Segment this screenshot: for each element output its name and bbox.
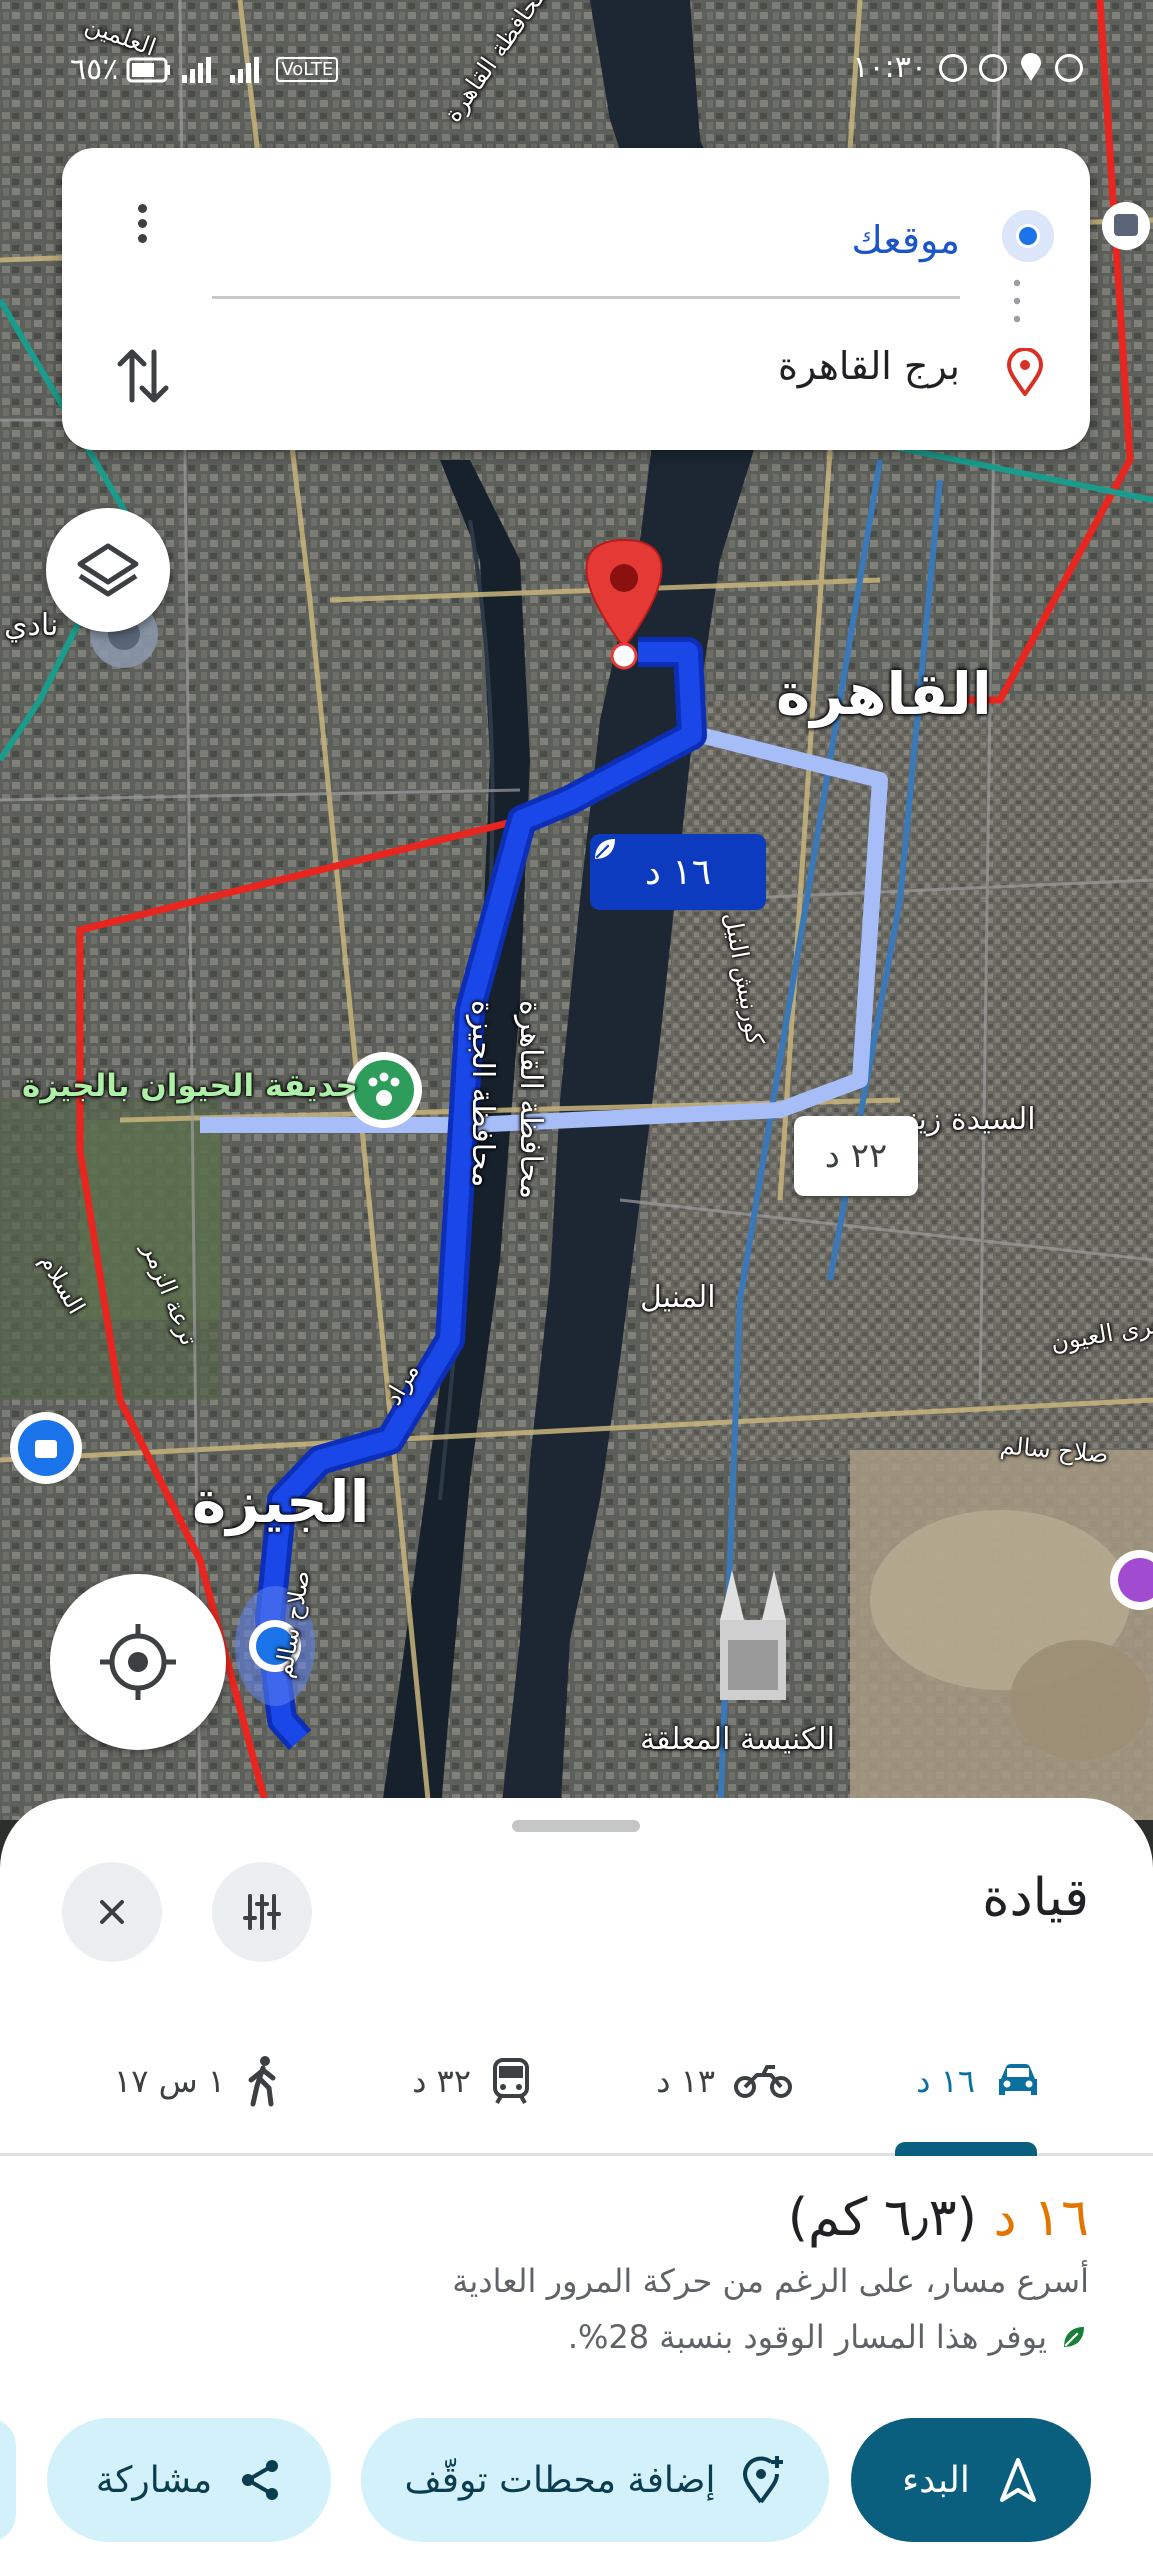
fuel-savings-row: يوفر هذا المسار الوقود بنسبة 28%.: [59, 2318, 1089, 2356]
navigation-arrow-icon: [999, 2458, 1036, 2502]
travel-mode-tabs: ١٦ د ١٣ د ٣٢ د ١ س ١٧: [0, 2026, 1153, 2156]
layers-button[interactable]: [46, 508, 170, 632]
share-label: مشاركة: [95, 2459, 213, 2501]
tab-driving-label: ١٦ د: [916, 2062, 975, 2100]
battery-percent: ٦٥٪: [70, 52, 119, 87]
map-label-zoo[interactable]: حديقة الحيوان بالجيزة: [22, 1068, 358, 1104]
start-label: البدء: [902, 2459, 970, 2501]
tab-transit[interactable]: ٣٢ د: [412, 2026, 533, 2136]
tab-walking-label: ١ س ١٧: [114, 2062, 225, 2100]
signal-4g-icon: [230, 56, 260, 83]
volte-badge: VoLTE: [276, 57, 339, 82]
add-location-icon: [743, 2456, 784, 2504]
route-dots-icon: [1014, 274, 1020, 330]
route-summary-headline: ١٦ د (٦٫٣ كم): [59, 2188, 1089, 2248]
tab-motorcycle-label: ١٣ د: [656, 2062, 715, 2100]
map-label-giza-gov: محافظة الجيزة: [465, 1000, 500, 1188]
route-alt-badge[interactable]: ٢٢ د: [794, 1116, 918, 1196]
my-location-button[interactable]: [50, 1574, 226, 1750]
eco-leaf-icon: [1064, 2327, 1084, 2347]
map-label-giza: الجيزة: [192, 1468, 370, 1536]
destination-field[interactable]: برج القاهرة: [778, 344, 960, 388]
alarm-icon: [979, 53, 1007, 82]
swap-button[interactable]: [108, 336, 178, 416]
sheet-drag-handle[interactable]: [512, 1820, 640, 1832]
battery-icon: [126, 57, 171, 82]
walking-icon: [248, 2056, 276, 2107]
layers-icon: [77, 543, 139, 597]
crosshair-icon: [100, 1624, 176, 1700]
tab-motorcycle[interactable]: ١٣ د: [656, 2026, 793, 2136]
swap-icon: [117, 349, 169, 403]
map-label-hanging-church[interactable]: الكنيسة المعلقة: [640, 1722, 835, 1757]
start-button[interactable]: البدء: [851, 2418, 1091, 2542]
action-buttons: البدء إضافة محطات توقّف مشاركة: [0, 2418, 1153, 2548]
close-button[interactable]: [62, 1862, 162, 1962]
origin-dot-icon: [1002, 210, 1054, 262]
more-options-button[interactable]: [122, 198, 162, 268]
status-bar: ٦٥٪ VoLTE ١٠:٣٠: [0, 44, 1153, 94]
status-left: ٦٥٪ VoLTE: [70, 52, 339, 87]
route-alt-time: ٢٢ د: [824, 1136, 888, 1176]
route-description: أسرع مسار، على الرغم من حركة المرور العا…: [452, 2262, 1089, 2300]
directions-sheet: قيادة ١٦ د ١٣ د ٣٢ د ١ س ١٧ ١٦ د (٦٫٣ كم…: [0, 1798, 1153, 2560]
fuel-savings-text: يوفر هذا المسار الوقود بنسبة 28%.: [567, 2318, 1047, 2356]
more-actions-edge[interactable]: [0, 2418, 16, 2542]
close-icon: [100, 1900, 124, 1924]
destination-pin-icon: [1006, 348, 1044, 396]
route-primary-badge[interactable]: ١٦ د: [590, 834, 766, 910]
eco-leaf-icon: [595, 839, 615, 859]
tab-transit-label: ٣٢ د: [412, 2062, 471, 2100]
status-time: ١٠:٣٠: [852, 50, 927, 85]
tab-driving[interactable]: ١٦ د: [916, 2026, 1043, 2136]
location-status-icon: [1021, 52, 1041, 81]
add-stops-button[interactable]: إضافة محطات توقّف: [361, 2418, 829, 2542]
share-button[interactable]: مشاركة: [47, 2418, 331, 2542]
share-icon: [242, 2460, 279, 2500]
car-icon: [999, 2064, 1037, 2095]
motorcycle-icon: [734, 2065, 792, 2098]
route-duration: ١٦ د: [993, 2188, 1089, 2248]
tune-icon: [243, 1894, 281, 1930]
origin-text: موقعك: [851, 218, 960, 262]
status-right: ١٠:٣٠: [852, 50, 1083, 85]
route-summary[interactable]: ١٦ د (٦٫٣ كم) أسرع مسار، على الرغم من حر…: [59, 2188, 1089, 2356]
route-options-button[interactable]: [212, 1862, 312, 1962]
add-stops-label: إضافة محطات توقّف: [404, 2459, 716, 2501]
map-label-cairo: القاهرة: [776, 660, 992, 728]
map-label-manial: المنيل: [640, 1280, 716, 1315]
origin-field[interactable]: موقعك: [190, 188, 1090, 288]
sheet-title: قيادة: [982, 1868, 1089, 1928]
train-icon: [493, 2058, 529, 2104]
map-label-cairo-gov: محافظة القاهرة: [513, 1000, 548, 1200]
directions-card: موقعك برج القاهرة: [62, 148, 1090, 450]
more-dot-icon: [137, 204, 147, 213]
route-distance: (٦٫٣ كم): [787, 2188, 977, 2248]
eye-icon: [939, 53, 967, 82]
whatsapp-icon: [1055, 53, 1083, 82]
active-tab-indicator: [895, 2142, 1037, 2156]
tab-walking[interactable]: ١ س ١٧: [114, 2026, 283, 2136]
signal-icon: [182, 56, 212, 83]
route-primary-time: ١٦ د: [644, 851, 712, 893]
field-divider: [212, 296, 960, 299]
